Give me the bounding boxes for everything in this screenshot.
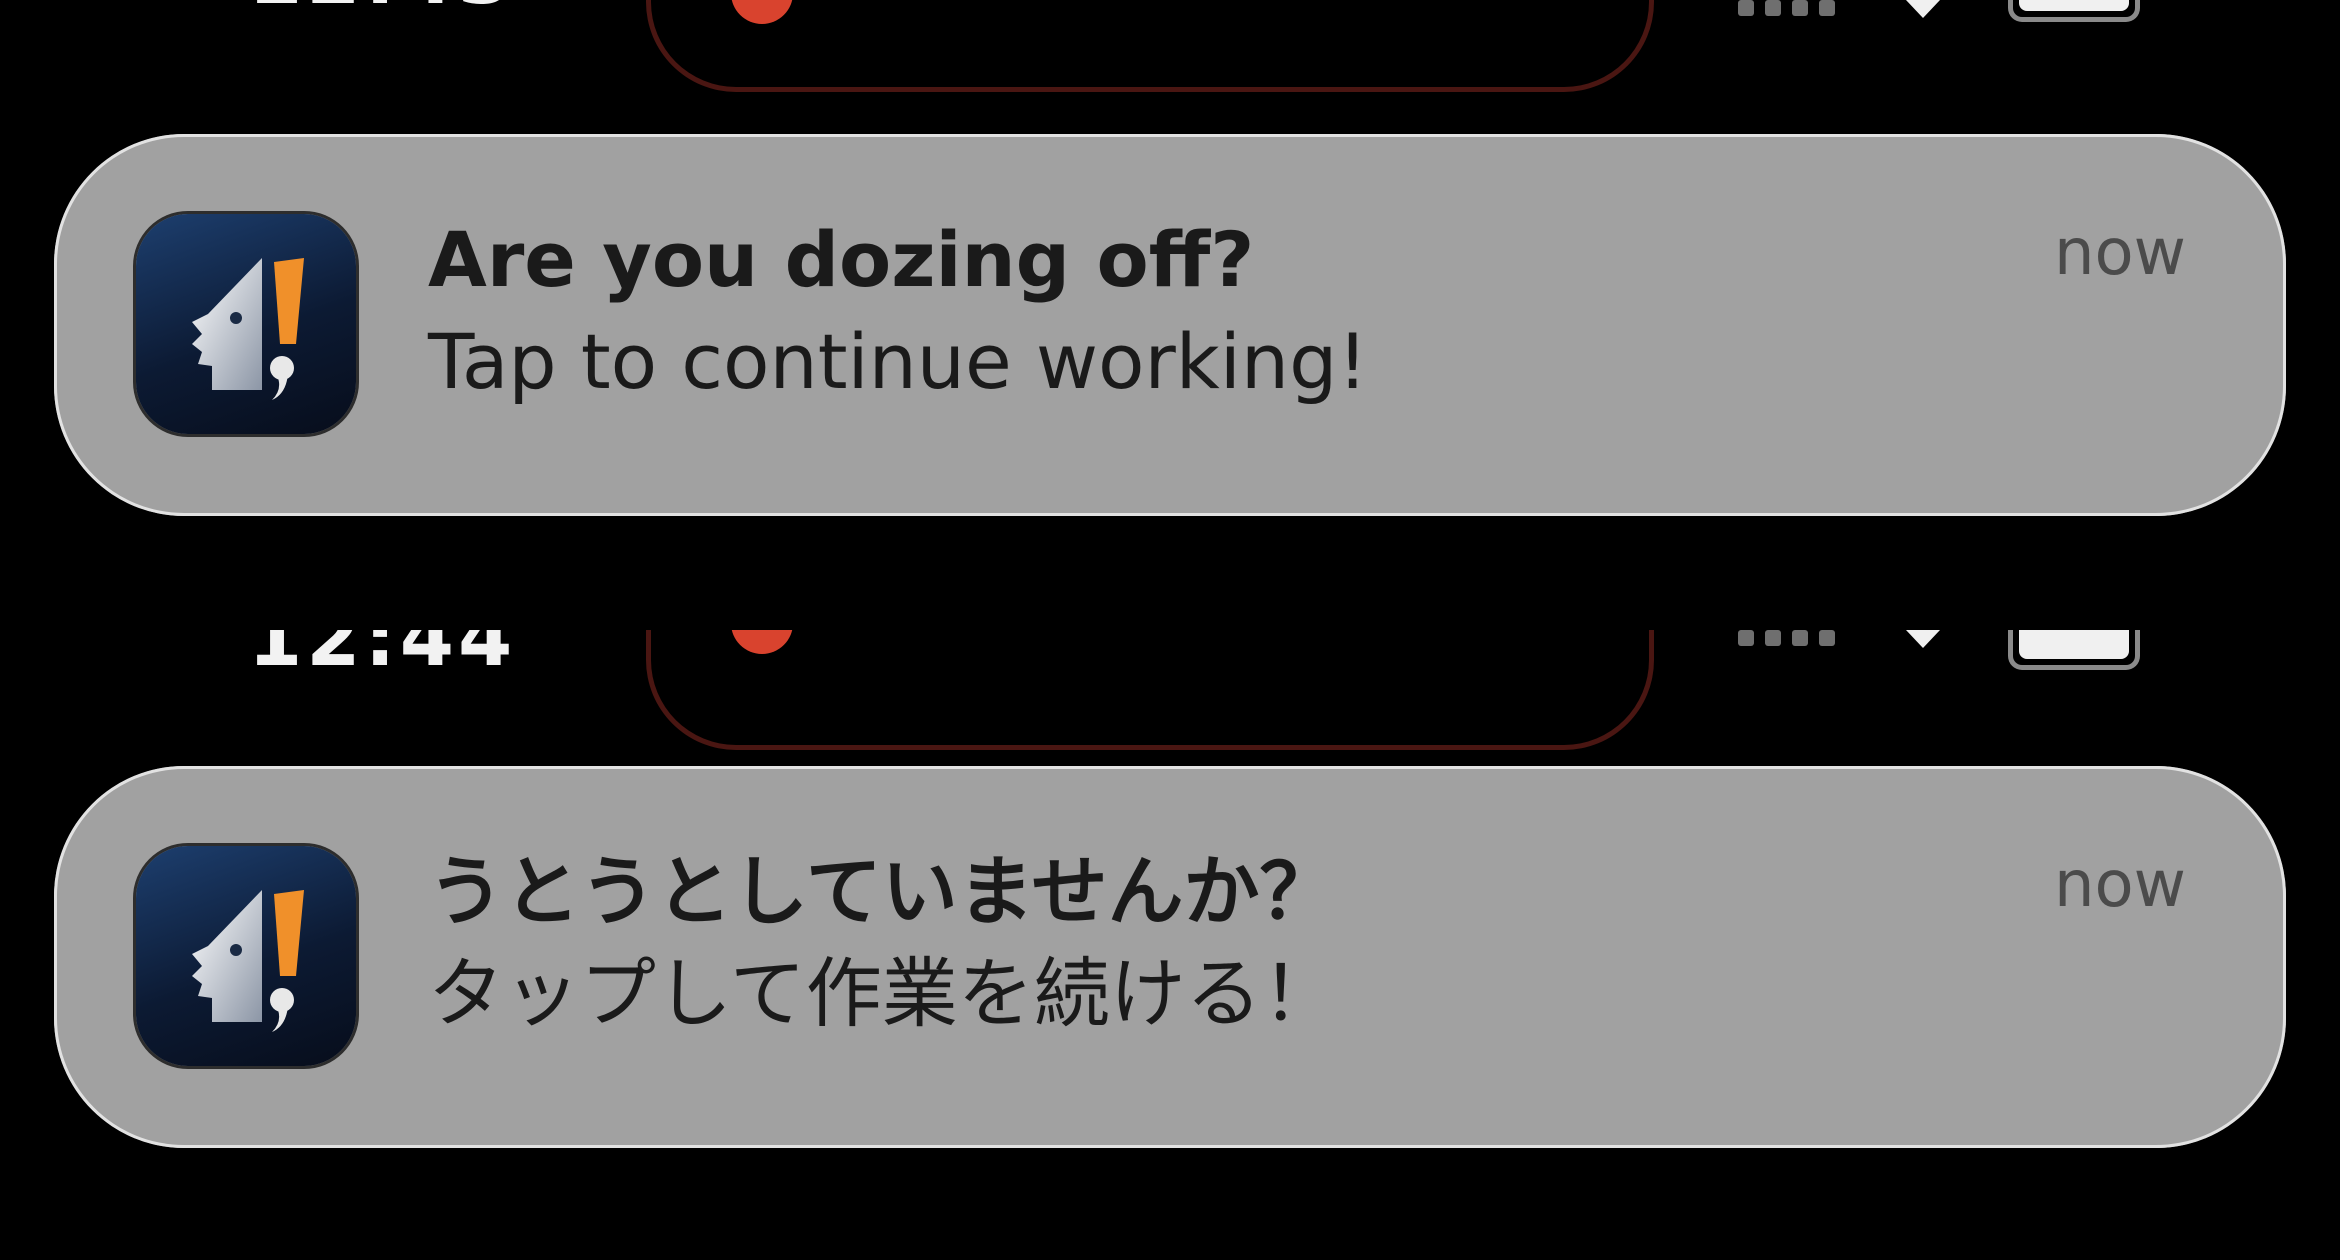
wifi-icon bbox=[1906, 630, 1940, 648]
notification-timestamp: now bbox=[2053, 848, 2186, 922]
notification-banner[interactable]: Are you dozing off? Tap to continue work… bbox=[54, 134, 2286, 516]
cellular-signal-icon bbox=[1738, 630, 1835, 646]
dynamic-island[interactable] bbox=[646, 630, 1654, 750]
notification-banner[interactable]: うとうとしていませんか？ タップして作業を続ける！ now bbox=[54, 766, 2286, 1148]
screenshot-english: 12:43 Are you dozing off? bbox=[0, 0, 2340, 630]
battery-icon bbox=[2008, 630, 2140, 670]
status-time: 12:43 bbox=[248, 0, 516, 16]
battery-icon bbox=[2008, 0, 2140, 22]
notification-title: うとうとしていませんか？ bbox=[428, 847, 1336, 936]
wifi-icon bbox=[1906, 0, 1940, 18]
notification-body: Tap to continue working! bbox=[428, 317, 1368, 406]
app-icon bbox=[136, 846, 356, 1066]
face-exclamation-icon bbox=[192, 890, 304, 1032]
notification-body: タップして作業を続ける！ bbox=[428, 949, 1338, 1038]
recording-indicator-icon bbox=[731, 630, 793, 654]
status-time: 12:44 bbox=[248, 630, 517, 684]
notification-timestamp: now bbox=[2053, 216, 2186, 290]
dynamic-island[interactable] bbox=[646, 0, 1654, 92]
recording-indicator-icon bbox=[731, 0, 793, 24]
cellular-signal-icon bbox=[1738, 0, 1835, 16]
notification-title: Are you dozing off? bbox=[428, 215, 1255, 304]
app-icon bbox=[136, 214, 356, 434]
screenshot-japanese: 12:44 うとうとしていませんか？ タップして作業を続ける！ now bbox=[0, 630, 2340, 1260]
face-exclamation-icon bbox=[192, 258, 304, 400]
